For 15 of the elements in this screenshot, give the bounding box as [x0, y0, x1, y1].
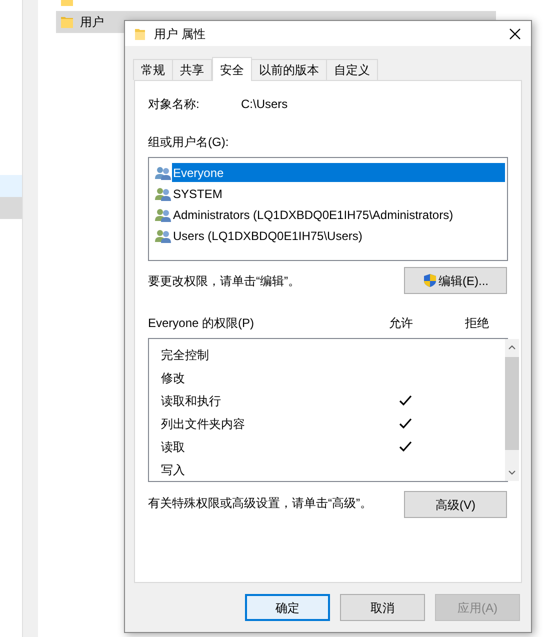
object-name-value: C:\Users — [241, 96, 288, 113]
advanced-hint: 有关特殊权限或高级设置，请单击“高级”。 — [148, 495, 372, 512]
permission-name: 读取和执行 — [161, 392, 222, 410]
allow-header: 允许 — [389, 315, 414, 332]
groups-label: 组或用户名(G): — [148, 134, 230, 151]
permission-name: 列出文件夹内容 — [161, 416, 246, 432]
permission-name: 读取 — [161, 438, 186, 456]
edit-hint: 要更改权限，请单击“编辑”。 — [148, 273, 300, 290]
permission-name: 修改 — [161, 370, 186, 386]
permission-name: 写入 — [161, 462, 186, 478]
window-title: 用户 属性 — [154, 26, 206, 42]
permission-name: 完全控制 — [161, 346, 210, 364]
object-name-label: 对象名称: — [148, 96, 200, 113]
permissions-label: Everyone 的权限(P) — [148, 315, 256, 332]
deny-header: 拒绝 — [465, 315, 489, 332]
